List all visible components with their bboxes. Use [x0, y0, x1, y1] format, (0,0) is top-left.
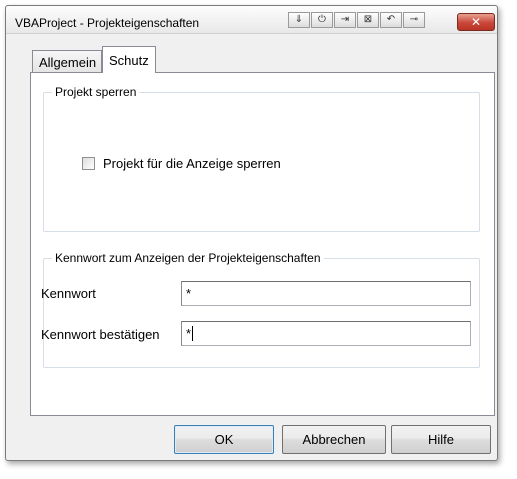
title-bar[interactable]: VBAProject - Projekteigenschaften ⇓ ⏻ ⇥ …	[6, 6, 497, 34]
confirm-password-input-value: *	[186, 326, 192, 341]
window-title: VBAProject - Projekteigenschaften	[15, 16, 200, 30]
ok-button[interactable]: OK	[174, 425, 274, 454]
lock-project-checkbox-label[interactable]: Projekt für die Anzeige sperren	[103, 156, 281, 171]
confirm-password-input[interactable]: *	[181, 321, 471, 346]
help-button[interactable]: Hilfe	[391, 425, 491, 454]
lock-project-group: Projekt sperren Projekt für die Anzeige …	[43, 85, 480, 232]
power-icon[interactable]: ⏻	[311, 12, 333, 28]
confirm-password-label: Kennwort bestätigen	[41, 327, 160, 342]
password-label: Kennwort	[41, 286, 96, 301]
password-group-legend: Kennwort zum Anzeigen der Projekteigensc…	[52, 251, 324, 265]
tab-general-label: Allgemein	[39, 55, 97, 70]
import-icon[interactable]: ⇥	[334, 12, 356, 28]
text-caret	[192, 326, 194, 341]
pin-down-icon[interactable]: ⇓	[288, 12, 310, 28]
undo-icon[interactable]: ↶	[380, 12, 402, 28]
cancel-button[interactable]: Abbrechen	[282, 425, 386, 454]
password-input-value: *	[186, 286, 192, 301]
password-group: Kennwort zum Anzeigen der Projekteigensc…	[43, 251, 480, 368]
protection-tab-panel: Projekt sperren Projekt für die Anzeige …	[30, 72, 495, 416]
title-toolbar: ⇓ ⏻ ⇥ ⊠ ↶ ⊸	[288, 12, 426, 28]
lock-project-legend: Projekt sperren	[52, 85, 140, 99]
close-button[interactable]: ✕	[457, 13, 495, 31]
tab-protection-label: Schutz	[109, 53, 149, 68]
lock-project-checkbox-row[interactable]: Projekt für die Anzeige sperren	[82, 156, 281, 171]
password-input[interactable]: *	[181, 281, 471, 306]
project-properties-dialog: VBAProject - Projekteigenschaften ⇓ ⏻ ⇥ …	[5, 5, 498, 461]
tab-general[interactable]: Allgemein	[32, 50, 102, 72]
close-icon: ✕	[470, 15, 482, 29]
tab-protection[interactable]: Schutz	[102, 46, 156, 73]
grid-icon[interactable]: ⊠	[357, 12, 379, 28]
lock-project-checkbox[interactable]	[82, 157, 95, 170]
connect-icon[interactable]: ⊸	[403, 12, 425, 28]
